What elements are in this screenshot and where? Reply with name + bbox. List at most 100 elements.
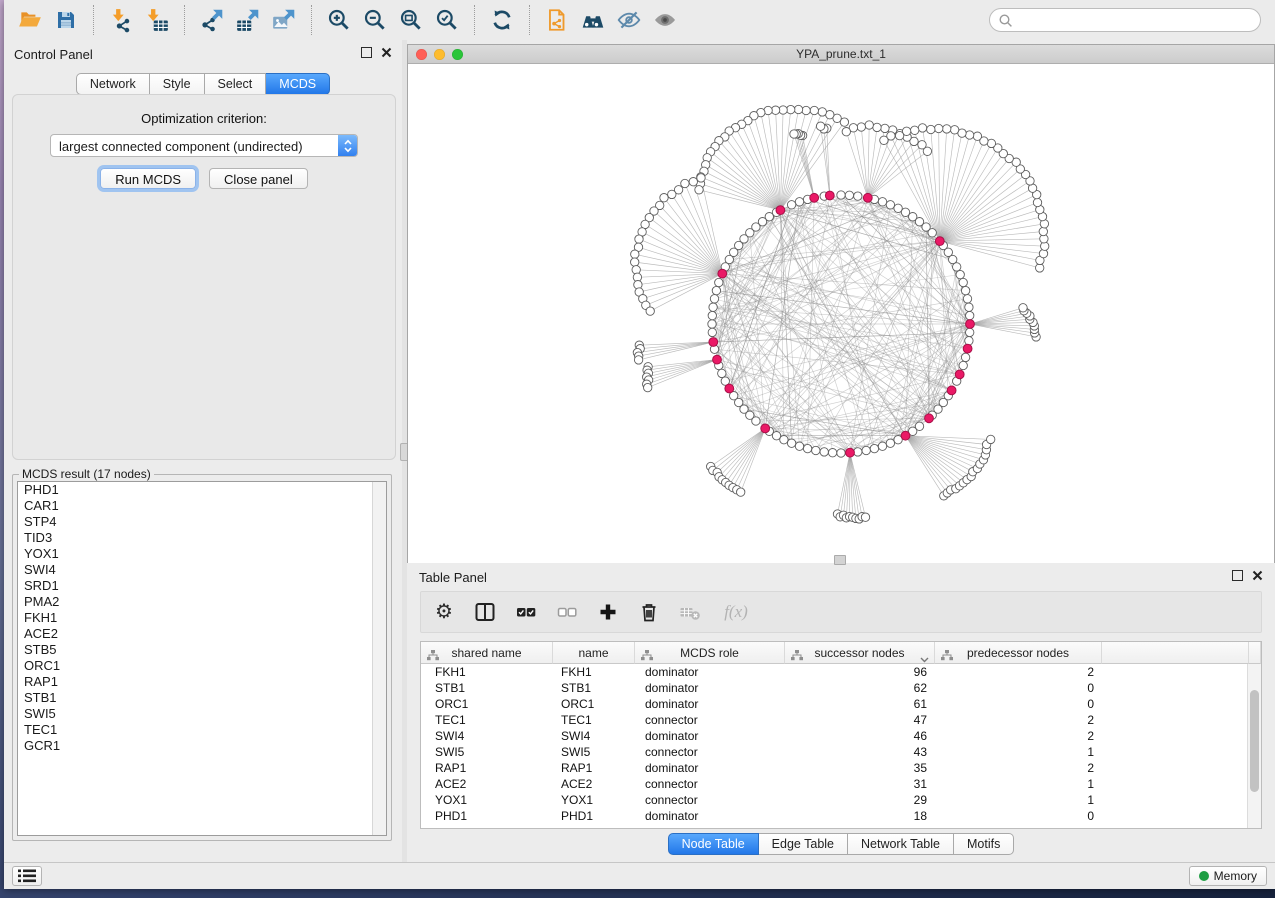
mcds-result-item[interactable]: SRD1 <box>18 578 386 594</box>
table-tab-edge-table[interactable]: Edge Table <box>759 833 848 855</box>
delete-table-button <box>677 599 703 625</box>
zoom-fit-button[interactable] <box>393 4 429 36</box>
close-window-light[interactable] <box>416 49 427 60</box>
table-cell: 62 <box>785 681 935 695</box>
delete-selected-button[interactable] <box>636 599 662 625</box>
table-row[interactable]: SWI4SWI4dominator462 <box>421 728 1248 744</box>
new-network-from-selection-icon <box>544 7 570 33</box>
column-header-label: predecessor nodes <box>935 646 1101 660</box>
table-row[interactable]: ACE2ACE2connector311 <box>421 776 1248 792</box>
mcds-result-item[interactable]: SWI4 <box>18 562 386 578</box>
save-session-button[interactable] <box>48 4 84 36</box>
mcds-result-item[interactable]: STP4 <box>18 514 386 530</box>
table-row[interactable]: STB1STB1dominator620 <box>421 680 1248 696</box>
table-scrollbar[interactable] <box>1247 664 1261 828</box>
table-row[interactable]: ORC1ORC1dominator610 <box>421 696 1248 712</box>
table-cell: connector <box>635 777 785 791</box>
table-tab-motifs[interactable]: Motifs <box>954 833 1014 855</box>
first-neighbors-button[interactable] <box>575 4 611 36</box>
mcds-result-item[interactable]: ACE2 <box>18 626 386 642</box>
mcds-result-item[interactable]: TID3 <box>18 530 386 546</box>
import-network-icon <box>108 7 134 33</box>
float-panel-icon[interactable] <box>361 47 372 58</box>
column-header-label: name <box>553 646 634 660</box>
search-input[interactable] <box>1013 12 1260 28</box>
network-graph[interactable] <box>408 64 1274 563</box>
tab-mcds[interactable]: MCDS <box>266 73 330 95</box>
mcds-result-item[interactable]: RAP1 <box>18 674 386 690</box>
mcds-result-item[interactable]: CAR1 <box>18 498 386 514</box>
horizontal-splitter-grip[interactable] <box>834 555 846 565</box>
tab-style[interactable]: Style <box>150 73 205 95</box>
mcds-result-item[interactable]: PMA2 <box>18 594 386 610</box>
zoom-in-button[interactable] <box>321 4 357 36</box>
zoom-selected-button[interactable] <box>429 4 465 36</box>
show-all-button[interactable] <box>647 4 683 36</box>
table-row[interactable]: FKH1FKH1dominator962 <box>421 664 1248 680</box>
close-panel-icon[interactable] <box>381 47 392 58</box>
column-header-name[interactable]: name <box>553 642 635 664</box>
table-cell: dominator <box>635 681 785 695</box>
table-row[interactable]: RAP1RAP1dominator352 <box>421 760 1248 776</box>
export-table-button[interactable] <box>230 4 266 36</box>
table-cell: SWI4 <box>553 729 635 743</box>
export-network-button[interactable] <box>194 4 230 36</box>
zoom-window-light[interactable] <box>452 49 463 60</box>
search-field[interactable] <box>989 8 1261 32</box>
column-header-successor-nodes[interactable]: successor nodes <box>785 642 935 664</box>
mcds-result-item[interactable]: STB5 <box>18 642 386 658</box>
table-toolbar: ⚙ f(x) <box>420 591 1262 633</box>
minimize-window-light[interactable] <box>434 49 445 60</box>
table-cell: ACE2 <box>421 777 553 791</box>
table-row[interactable]: SWI5SWI5connector431 <box>421 744 1248 760</box>
zoom-out-button[interactable] <box>357 4 393 36</box>
mcds-result-item[interactable]: PHD1 <box>18 482 386 498</box>
mcds-result-item[interactable]: GCR1 <box>18 738 386 754</box>
tab-network[interactable]: Network <box>76 73 150 95</box>
column-header-predecessor-nodes[interactable]: predecessor nodes <box>935 642 1102 664</box>
select-all-button[interactable] <box>513 599 539 625</box>
mcds-result-item[interactable]: TEC1 <box>18 722 386 738</box>
table-row[interactable]: PHD1PHD1dominator180 <box>421 808 1248 824</box>
deselect-all-button[interactable] <box>554 599 580 625</box>
close-table-panel-icon[interactable] <box>1252 570 1263 581</box>
mcds-list-scrollbar[interactable] <box>372 482 386 835</box>
network-canvas[interactable] <box>408 64 1274 563</box>
table-tab-network-table[interactable]: Network Table <box>848 833 954 855</box>
column-header-MCDS-role[interactable]: MCDS role <box>635 642 785 664</box>
criterion-select[interactable]: largest connected component (undirected) <box>50 134 358 157</box>
network-window-titlebar[interactable]: YPA_prune.txt_1 <box>408 45 1274 64</box>
table-scrollbar-thumb[interactable] <box>1250 690 1259 792</box>
mcds-result-item[interactable]: YOX1 <box>18 546 386 562</box>
memory-button[interactable]: Memory <box>1189 866 1267 886</box>
table-cell: STB1 <box>421 681 553 695</box>
task-history-button[interactable] <box>12 866 42 886</box>
import-table-button[interactable] <box>139 4 175 36</box>
refresh-button[interactable] <box>484 4 520 36</box>
table-cell: 2 <box>935 761 1102 775</box>
mcds-result-item[interactable]: FKH1 <box>18 610 386 626</box>
mcds-result-item[interactable]: ORC1 <box>18 658 386 674</box>
run-mcds-button[interactable]: Run MCDS <box>100 168 196 189</box>
table-row[interactable]: TEC1TEC1connector472 <box>421 712 1248 728</box>
export-image-button[interactable] <box>266 4 302 36</box>
mcds-result-item[interactable]: STB1 <box>18 690 386 706</box>
mcds-result-list[interactable]: PHD1CAR1STP4TID3YOX1SWI4SRD1PMA2FKH1ACE2… <box>17 481 387 836</box>
new-column-button[interactable] <box>595 599 621 625</box>
import-network-button[interactable] <box>103 4 139 36</box>
tab-select[interactable]: Select <box>205 73 267 95</box>
hide-selected-button[interactable] <box>611 4 647 36</box>
column-header-shared-name[interactable]: shared name <box>421 642 553 664</box>
open-session-button[interactable] <box>12 4 48 36</box>
zoom-in-icon <box>326 7 352 33</box>
control-panel: Control Panel NetworkStyleSelectMCDS Opt… <box>4 40 402 862</box>
toolbar-separator <box>474 5 475 35</box>
float-table-panel-icon[interactable] <box>1232 570 1243 581</box>
close-panel-button[interactable]: Close panel <box>209 168 308 189</box>
table-tab-node-table[interactable]: Node Table <box>668 833 759 855</box>
new-network-from-selection-button[interactable] <box>539 4 575 36</box>
mcds-result-item[interactable]: SWI5 <box>18 706 386 722</box>
table-mode-button[interactable]: ⚙ <box>431 599 457 625</box>
table-row[interactable]: YOX1YOX1connector291 <box>421 792 1248 808</box>
column-visibility-button[interactable] <box>472 599 498 625</box>
